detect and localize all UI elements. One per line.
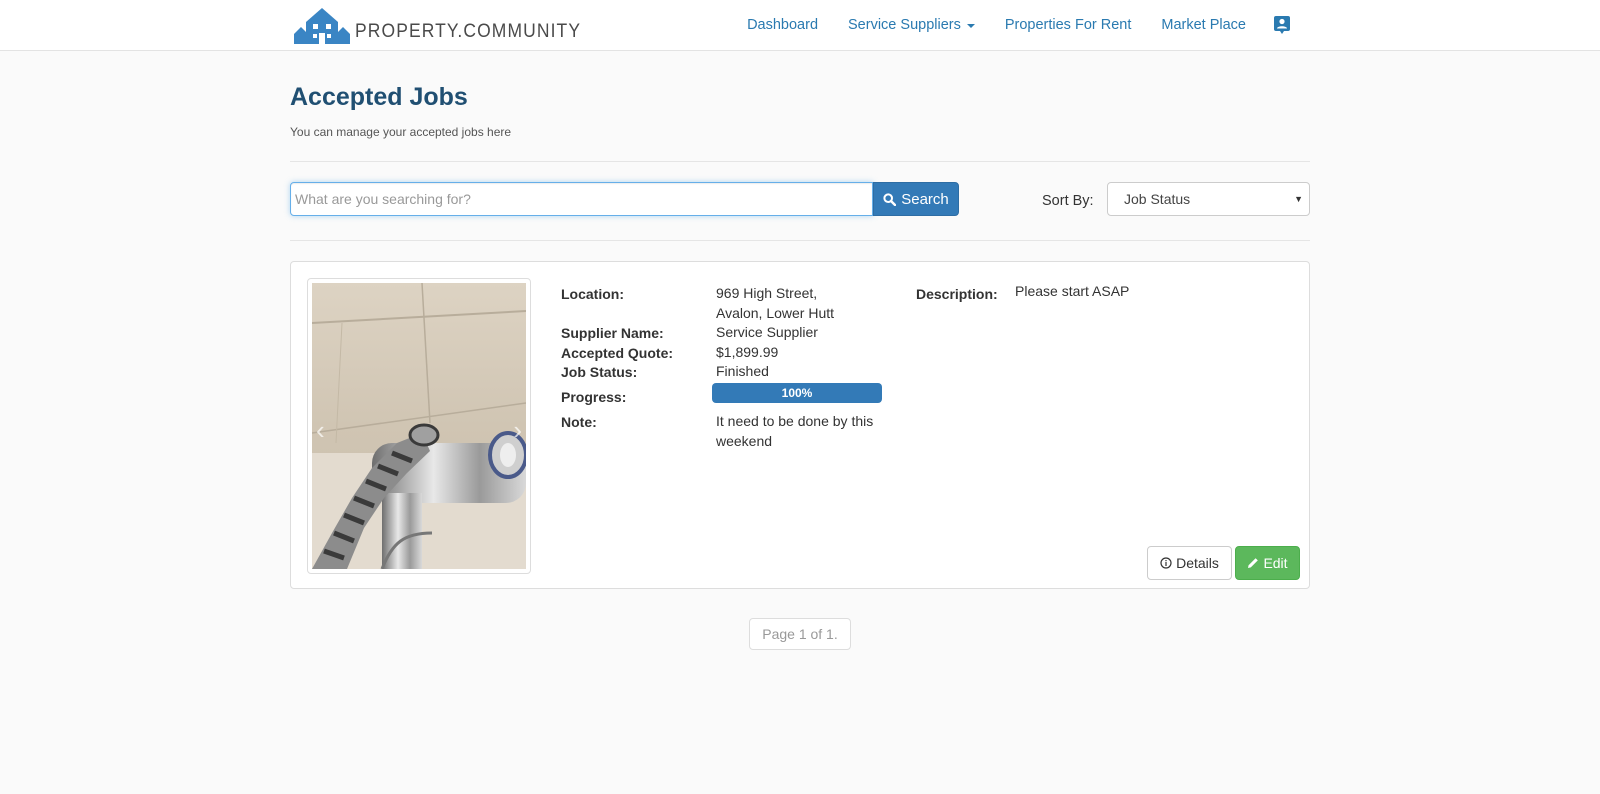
quote-value: $1,899.99 xyxy=(716,344,779,360)
search-bar: Search xyxy=(290,182,959,216)
details-button-label: Details xyxy=(1176,555,1219,571)
job-photo-carousel[interactable]: ‹ › xyxy=(307,278,531,574)
page-title: Accepted Jobs xyxy=(290,83,468,111)
note-line2: weekend xyxy=(716,433,773,449)
caret-down-icon xyxy=(966,24,975,28)
job-card: ‹ › Location: 969 High Street, Avalon, L… xyxy=(290,261,1310,589)
nav-market-place[interactable]: Market Place xyxy=(1161,17,1246,33)
nav-market-place-label: Market Place xyxy=(1161,17,1246,33)
location-label: Location: xyxy=(561,286,624,302)
top-navbar: PROPERTY.COMMUNITY Dashboard Service Sup… xyxy=(0,0,1600,51)
progress-bar: 100% xyxy=(712,383,882,403)
carousel-next-icon[interactable]: › xyxy=(513,417,522,443)
note-line1: It need to be done by this xyxy=(716,413,874,429)
sort-label: Sort By: xyxy=(1042,193,1094,209)
sort-selected-value: Job Status xyxy=(1124,191,1191,207)
nav-dashboard-label: Dashboard xyxy=(747,17,819,33)
nav-properties-for-rent[interactable]: Properties For Rent xyxy=(1005,17,1132,33)
pagination-status: Page 1 of 1. xyxy=(749,618,851,650)
progress-bar-track: 100% xyxy=(712,383,882,403)
note-label: Note: xyxy=(561,414,597,430)
nav-dashboard[interactable]: Dashboard xyxy=(747,17,818,33)
nav-service-suppliers[interactable]: Service Suppliers xyxy=(848,17,975,33)
description-label: Description: xyxy=(916,286,998,302)
search-button-label: Search xyxy=(901,190,949,208)
supplier-value: Service Supplier xyxy=(716,324,818,340)
divider xyxy=(290,161,1310,162)
nav-service-suppliers-label: Service Suppliers xyxy=(848,17,961,33)
pencil-icon xyxy=(1248,558,1259,568)
quote-label: Accepted Quote: xyxy=(561,345,674,361)
brand-logo[interactable]: PROPERTY.COMMUNITY xyxy=(294,4,601,44)
info-circle-icon xyxy=(1160,557,1172,569)
status-value: Finished xyxy=(716,363,769,379)
progress-label: Progress: xyxy=(561,389,627,405)
profile-button[interactable] xyxy=(1274,16,1290,34)
status-label: Job Status: xyxy=(561,364,638,380)
page-subtitle: You can manage your accepted jobs here xyxy=(290,125,512,139)
carousel-prev-icon[interactable]: ‹ xyxy=(316,417,325,443)
job-photo xyxy=(312,283,526,569)
supplier-label: Supplier Name: xyxy=(561,325,664,341)
nav-properties-label: Properties For Rent xyxy=(1004,17,1132,33)
dropdown-arrow-icon: ▼ xyxy=(1294,194,1303,204)
search-icon xyxy=(883,192,897,206)
edit-button-label: Edit xyxy=(1263,555,1288,571)
sort-select[interactable]: Job Status ▼ xyxy=(1107,182,1310,216)
search-input[interactable] xyxy=(290,182,873,216)
location-line1: 969 High Street, xyxy=(716,285,818,301)
description-value: Please start ASAP xyxy=(1015,283,1130,299)
location-line2: Avalon, Lower Hutt xyxy=(716,305,835,321)
user-card-icon xyxy=(1274,16,1290,34)
house-logo-icon xyxy=(294,8,350,44)
edit-button[interactable]: Edit xyxy=(1235,546,1300,580)
details-button[interactable]: Details xyxy=(1147,546,1232,580)
search-button[interactable]: Search xyxy=(873,182,959,216)
brand-name: PROPERTY.COMMUNITY xyxy=(355,21,582,42)
divider xyxy=(290,240,1310,241)
main-nav: Dashboard Service Suppliers Properties F… xyxy=(717,0,1290,50)
